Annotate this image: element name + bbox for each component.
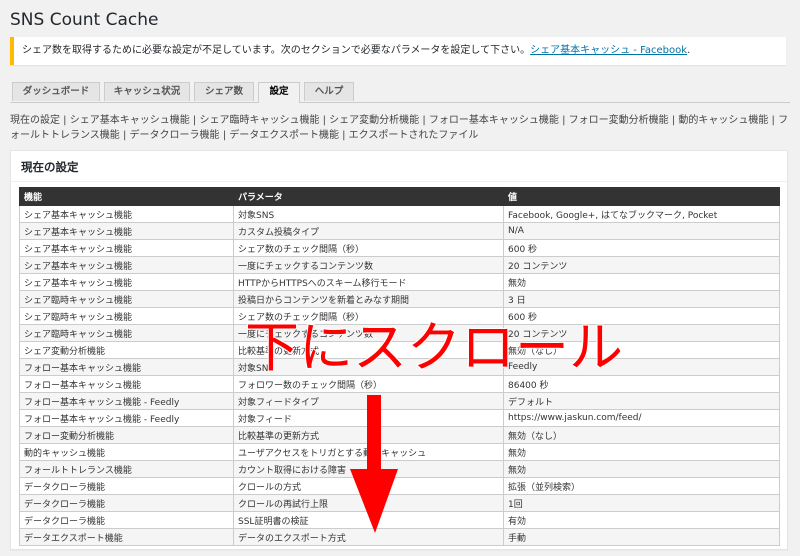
feature-cell: データエクスポート機能 <box>19 528 234 546</box>
feature-cell: 動的キャッシュ機能 <box>19 443 234 461</box>
value-cell: 3 日 <box>503 290 780 308</box>
page-title: SNS Count Cache <box>10 10 159 30</box>
down-arrow-icon <box>350 395 398 533</box>
value-cell: 手動 <box>503 528 780 546</box>
tab-dashboard[interactable]: ダッシュボード <box>12 82 100 101</box>
value-cell: 無効 <box>503 460 780 478</box>
feature-cell: シェア変動分析機能 <box>19 341 234 359</box>
table-header-row: 機能 パラメータ 値 <box>19 187 780 206</box>
table-row: シェア基本キャッシュ機能 対象SNS Facebook, Google+, はてなブ… <box>19 205 780 223</box>
feature-cell: フォールトトレランス機能 <box>19 460 234 478</box>
notice-link[interactable]: シェア基本キャッシュ - Facebook <box>530 45 687 56</box>
value-cell: デフォルト <box>503 392 780 410</box>
parameter-cell: 一度にチェックするコンテンツ数 <box>233 256 504 274</box>
tab-help[interactable]: ヘルプ <box>304 82 354 101</box>
value-cell: 1回 <box>503 494 780 512</box>
panel-title: 現在の設定 <box>21 160 79 174</box>
scroll-down-annotation: 下にスクロール <box>244 316 624 379</box>
feature-cell: シェア臨時キャッシュ機能 <box>19 324 234 342</box>
feature-cell: フォロー基本キャッシュ機能 <box>19 358 234 376</box>
table-row: シェア基本キャッシュ機能 HTTPからHTTPSへのスキーム移行モード 無効 <box>19 273 780 291</box>
table-row: シェア基本キャッシュ機能 一度にチェックするコンテンツ数 20 コンテンツ <box>19 256 780 274</box>
parameter-cell: シェア数のチェック間隔（秒） <box>233 239 504 257</box>
table-row: シェア基本キャッシュ機能 シェア数のチェック間隔（秒） 600 秒 <box>19 239 780 257</box>
feature-cell: シェア基本キャッシュ機能 <box>19 256 234 274</box>
feature-cell: データクローラ機能 <box>19 494 234 512</box>
value-cell: 有効 <box>503 511 780 529</box>
table-row: シェア基本キャッシュ機能 カスタム投稿タイプ N/A <box>19 222 780 240</box>
feature-cell: シェア基本キャッシュ機能 <box>19 222 234 240</box>
tab-bar: ダッシュボード キャッシュ状況 シェア数 設定 ヘルプ <box>10 82 790 103</box>
feature-cell: シェア臨時キャッシュ機能 <box>19 307 234 325</box>
parameter-cell: 対象SNS <box>233 205 504 223</box>
feature-cell: シェア基本キャッシュ機能 <box>19 205 234 223</box>
value-cell: 20 コンテンツ <box>503 256 780 274</box>
parameter-cell: HTTPからHTTPSへのスキーム移行モード <box>233 273 504 291</box>
feature-cell: シェア基本キャッシュ機能 <box>19 273 234 291</box>
feature-cell: データクローラ機能 <box>19 511 234 529</box>
value-cell: N/A <box>503 222 780 240</box>
value-cell: https://www.jaskun.com/feed/ <box>503 409 780 427</box>
feature-cell: フォロー変動分析機能 <box>19 426 234 444</box>
value-cell: 無効（なし） <box>503 426 780 444</box>
tab-cache-status[interactable]: キャッシュ状況 <box>104 82 190 101</box>
column-header: パラメータ <box>233 187 504 206</box>
notice-text: シェア数を取得するために必要な設定が不足しています。次のセクションで必要なパラメ… <box>22 45 531 56</box>
feature-cell: シェア臨時キャッシュ機能 <box>19 290 234 308</box>
feature-cell: シェア基本キャッシュ機能 <box>19 239 234 257</box>
tab-settings[interactable]: 設定 <box>258 82 300 103</box>
feature-cell: フォロー基本キャッシュ機能 - Feedly <box>19 392 234 410</box>
parameter-cell: 投稿日からコンテンツを新着とみなす期間 <box>233 290 504 308</box>
feature-cell: フォロー基本キャッシュ機能 <box>19 375 234 393</box>
column-header: 値 <box>503 187 780 206</box>
value-cell: 無効 <box>503 273 780 291</box>
value-cell: 600 秒 <box>503 239 780 257</box>
table-row: シェア臨時キャッシュ機能 投稿日からコンテンツを新着とみなす期間 3 日 <box>19 290 780 308</box>
value-cell: 無効 <box>503 443 780 461</box>
value-cell: 拡張（並列検索） <box>503 477 780 495</box>
section-links[interactable]: 現在の設定 | シェア基本キャッシュ機能 | シェア臨時キャッシュ機能 | シェ… <box>10 113 795 143</box>
panel-divider <box>11 181 787 182</box>
parameter-cell: カスタム投稿タイプ <box>233 222 504 240</box>
column-header: 機能 <box>19 187 234 206</box>
tab-share-count[interactable]: シェア数 <box>194 82 254 101</box>
warning-notice: シェア数を取得するために必要な設定が不足しています。次のセクションで必要なパラメ… <box>10 37 786 65</box>
feature-cell: フォロー基本キャッシュ機能 - Feedly <box>19 409 234 427</box>
feature-cell: データクローラ機能 <box>19 477 234 495</box>
notice-suffix: . <box>687 45 691 56</box>
value-cell: Facebook, Google+, はてなブックマーク, Pocket <box>503 205 780 223</box>
